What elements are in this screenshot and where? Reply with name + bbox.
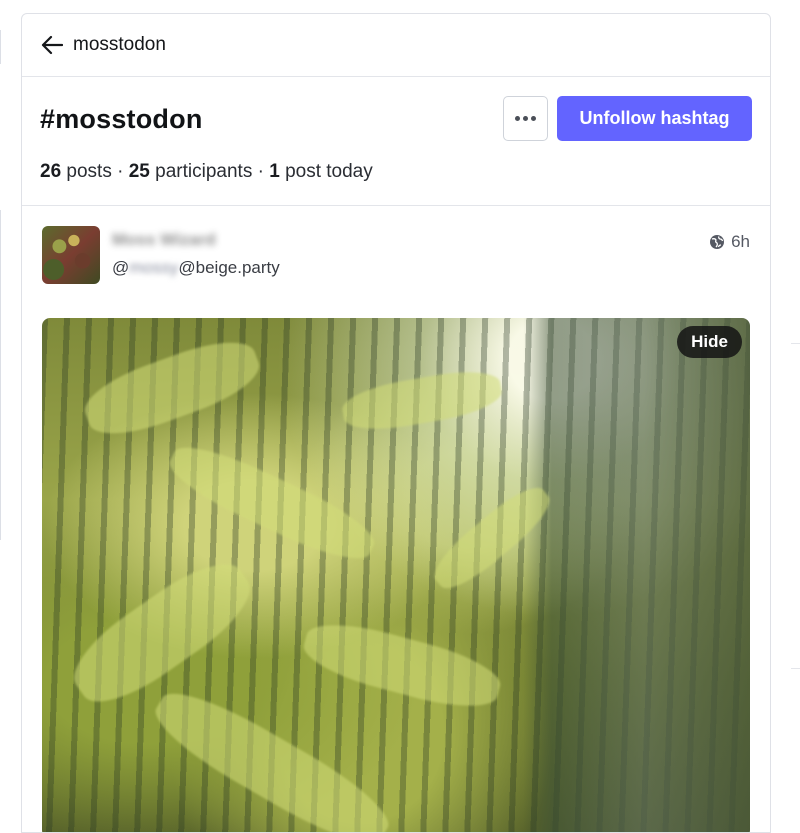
handle-username: mossy	[129, 258, 179, 277]
participants-label: participants	[155, 161, 253, 182]
ellipsis-icon	[531, 116, 536, 121]
hashtag-header: #mosstodon Unfollow hashtag 26 posts · 2…	[22, 77, 770, 206]
moss-texture	[298, 613, 506, 718]
column-header: mosstodon	[22, 14, 770, 77]
handle-prefix: @	[112, 258, 130, 277]
post-media-image[interactable]: Hide	[42, 318, 750, 832]
hashtag-stats: 26 posts · 25 participants · 1 post toda…	[40, 161, 373, 183]
today-label: post today	[285, 161, 373, 182]
handle-domain: @beige.party	[178, 258, 280, 277]
hide-media-button[interactable]: Hide	[677, 326, 742, 358]
moss-texture	[339, 364, 505, 437]
posts-count: 26	[40, 161, 62, 182]
arrow-left-icon	[41, 35, 63, 55]
avatar[interactable]	[42, 226, 100, 284]
back-button[interactable]: mosstodon	[41, 34, 166, 56]
posts-label: posts	[66, 161, 112, 182]
moss-texture	[425, 477, 559, 599]
moss-texture	[144, 677, 400, 832]
hashtag-title: #mosstodon	[40, 104, 203, 134]
moss-texture	[77, 329, 267, 447]
right-column-divider	[791, 343, 800, 344]
moss-texture	[60, 546, 264, 720]
left-column-edge	[0, 210, 1, 540]
moss-texture	[161, 433, 383, 573]
more-options-button[interactable]	[503, 96, 548, 141]
participants-count: 25	[128, 161, 150, 182]
globe-icon	[710, 235, 725, 249]
author-handle[interactable]: @mossy@beige.party	[112, 258, 280, 278]
column-title: mosstodon	[73, 34, 166, 55]
stats-separator: ·	[257, 161, 264, 182]
post-timestamp[interactable]: 6h	[731, 232, 750, 252]
unfollow-hashtag-button[interactable]: Unfollow hashtag	[557, 96, 752, 141]
ellipsis-icon	[523, 116, 528, 121]
post-meta[interactable]: 6h	[709, 232, 750, 252]
right-column-divider	[791, 668, 800, 669]
left-column-edge	[0, 30, 1, 64]
stats-separator: ·	[117, 161, 124, 182]
author-display-name[interactable]: Moss Wizard	[112, 230, 216, 250]
ellipsis-icon	[515, 116, 520, 121]
hashtag-column: mosstodon #mosstodon Unfollow hashtag 26…	[21, 13, 771, 833]
today-count: 1	[269, 161, 280, 182]
